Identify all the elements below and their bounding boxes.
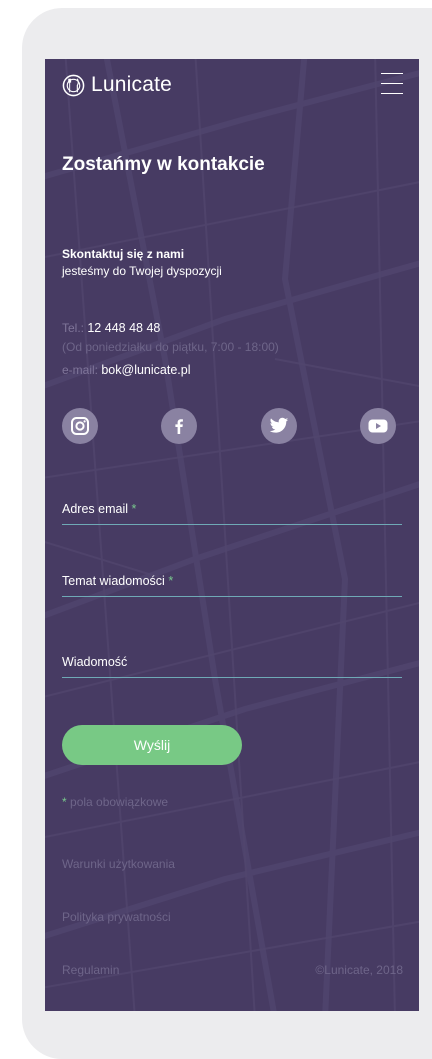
logo[interactable]: Lunicate [62, 73, 172, 97]
youtube-icon [368, 419, 388, 433]
email-line: e-mail: bok@lunicate.pl [62, 363, 191, 377]
hamburger-menu-icon[interactable] [381, 73, 403, 95]
subject-field-label: Temat wiadomości * [62, 574, 174, 588]
email-field-label: Adres email * [62, 502, 137, 516]
facebook-button[interactable] [161, 408, 197, 444]
email-label: e-mail: [62, 363, 99, 377]
facebook-icon [175, 419, 183, 434]
phone-line: Tel.: 12 448 48 48 [62, 321, 160, 335]
subject-field[interactable]: Temat wiadomości * [62, 569, 402, 597]
brand-name: Lunicate [91, 73, 172, 96]
youtube-button[interactable] [360, 408, 396, 444]
fork-knife-circle-icon [62, 74, 85, 96]
twitter-icon [269, 417, 289, 433]
contact-subheading: jesteśmy do Twojej dyspozycji [62, 264, 222, 278]
copyright: ©Lunicate, 2018 [315, 963, 403, 977]
instagram-icon [71, 417, 89, 435]
phone-number-link[interactable]: 12 448 48 48 [87, 321, 160, 335]
email-link[interactable]: bok@lunicate.pl [101, 363, 190, 377]
submit-button[interactable]: Wyślij [62, 725, 242, 765]
message-field[interactable]: Wiadomość [62, 650, 402, 678]
page-title: Zostańmy w kontakcie [62, 154, 265, 175]
email-field[interactable]: Adres email * [62, 497, 402, 525]
top-bar: Lunicate [62, 73, 403, 103]
privacy-link[interactable]: Polityka prywatności [62, 910, 171, 924]
rules-link[interactable]: Regulamin [62, 963, 119, 977]
terms-link[interactable]: Warunki użytkowania [62, 857, 175, 871]
instagram-button[interactable] [62, 408, 98, 444]
contact-heading: Skontaktuj się z nami [62, 247, 185, 261]
app-screen: Lunicate Zostańmy w kontakcie Skontaktuj… [45, 59, 419, 1011]
twitter-button[interactable] [261, 408, 297, 444]
social-links [62, 408, 404, 444]
office-hours: (Od poniedziałku do piątku, 7:00 - 18:00… [62, 340, 279, 354]
required-fields-note: * pola obowiązkowe [62, 795, 169, 809]
message-field-label: Wiadomość [62, 655, 128, 669]
phone-label: Tel.: [62, 321, 85, 335]
